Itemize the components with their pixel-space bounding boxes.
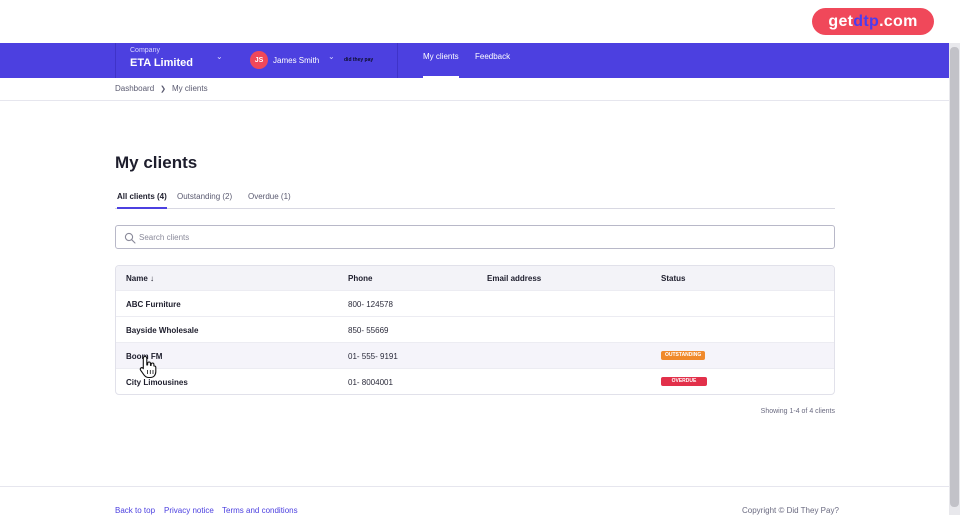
client-phone: 01- 555- 9191 <box>348 352 398 361</box>
tab-outstanding[interactable]: Outstanding (2) <box>177 192 232 209</box>
getdtp-promo-button[interactable]: get dtp .com <box>812 8 934 35</box>
search-box <box>115 225 835 249</box>
table-row[interactable]: Bayside Wholesale 850- 55669 <box>116 316 834 342</box>
client-name[interactable]: City Limousines <box>126 378 188 387</box>
user-menu[interactable]: JS James Smith <box>250 49 319 71</box>
column-header-email: Email address <box>487 274 542 283</box>
table-row[interactable]: ABC Furniture 800- 124578 <box>116 290 834 316</box>
hand-pointer-cursor-icon <box>139 355 157 379</box>
column-header-phone: Phone <box>348 274 373 283</box>
nav-divider <box>397 43 398 78</box>
client-phone: 850- 55669 <box>348 326 389 335</box>
page-scrollbar[interactable] <box>949 43 960 515</box>
scrollbar-thumb[interactable] <box>950 47 959 507</box>
footer-divider <box>0 486 949 487</box>
filter-tabs: All clients (4) Outstanding (2) Overdue … <box>115 190 835 209</box>
promo-brand: dtp <box>853 12 880 30</box>
table-header: Name ↓ Phone Email address Status <box>116 266 834 290</box>
column-header-status: Status <box>661 274 686 283</box>
chevron-down-icon[interactable]: ⌄ <box>328 52 335 61</box>
tab-all-clients[interactable]: All clients (4) <box>117 192 167 209</box>
chevron-right-icon: ❯ <box>160 85 167 93</box>
status-badge: OUTSTANDING <box>661 351 706 360</box>
table-row[interactable]: City Limousines 01- 8004001 OVERDUE <box>116 368 834 394</box>
client-name[interactable]: ABC Furniture <box>126 300 181 309</box>
avatar: JS <box>250 51 268 69</box>
nav-tab-feedback[interactable]: Feedback <box>475 43 510 78</box>
user-name: James Smith <box>273 55 320 65</box>
breadcrumb-current: My clients <box>172 84 208 93</box>
chevron-down-icon: ⌄ <box>216 52 223 61</box>
status-badge: OVERDUE <box>661 377 707 386</box>
footer-link-privacy-notice[interactable]: Privacy notice <box>164 506 214 515</box>
clients-table: Name ↓ Phone Email address Status ABC Fu… <box>115 265 835 395</box>
promo-suffix: .com <box>879 12 918 30</box>
company-label: Company <box>130 47 160 54</box>
breadcrumb-divider <box>0 100 949 101</box>
client-name[interactable]: Bayside Wholesale <box>126 326 198 335</box>
search-input[interactable] <box>139 229 819 245</box>
nav-tab-my-clients[interactable]: My clients <box>423 43 459 78</box>
footer-link-back-to-top[interactable]: Back to top <box>115 506 155 515</box>
promo-prefix: get <box>828 12 854 30</box>
breadcrumb-dashboard-link[interactable]: Dashboard <box>115 84 154 93</box>
breadcrumb: Dashboard ❯ My clients <box>115 84 208 93</box>
tab-overdue[interactable]: Overdue (1) <box>248 192 291 209</box>
page-title: My clients <box>115 153 198 172</box>
arrow-down-icon: ↓ <box>150 274 155 283</box>
top-navigation-bar: Company ETA Limited ⌄ JS James Smith ⌄ d… <box>0 43 949 78</box>
column-header-name[interactable]: Name ↓ <box>126 274 154 283</box>
table-row[interactable]: Boom FM 01- 555- 9191 OUTSTANDING <box>116 342 834 368</box>
company-name: ETA Limited <box>130 57 193 69</box>
pagination-summary: Showing 1-4 of 4 clients <box>760 408 835 415</box>
search-icon <box>124 232 136 244</box>
copyright-text: Copyright © Did They Pay? <box>742 506 839 515</box>
footer-link-terms[interactable]: Terms and conditions <box>222 506 298 515</box>
did-they-pay-logo: did they pay <box>344 57 374 63</box>
client-phone: 01- 8004001 <box>348 378 393 387</box>
client-phone: 800- 124578 <box>348 300 393 309</box>
column-header-name-label: Name <box>126 274 148 283</box>
